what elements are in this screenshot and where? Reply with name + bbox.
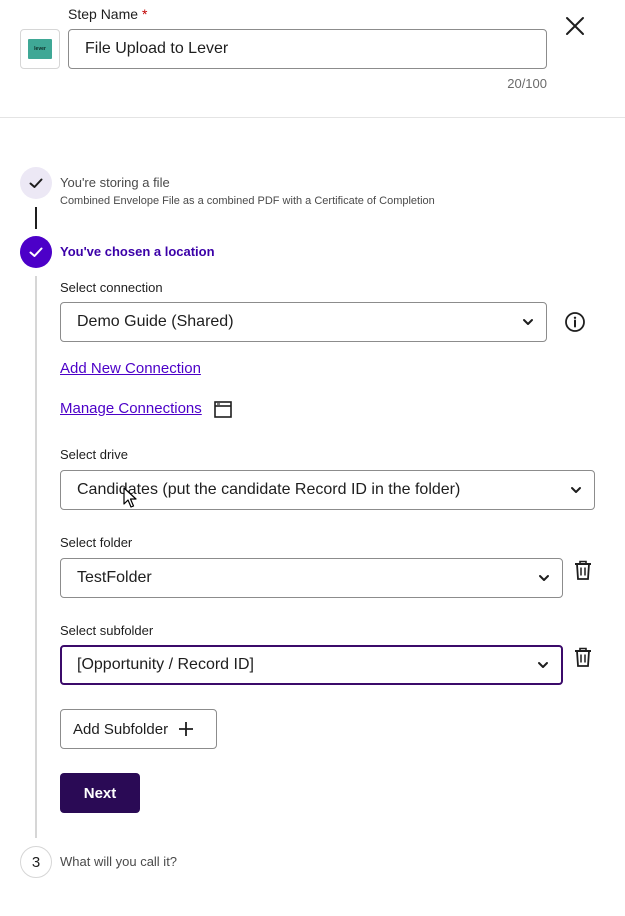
subfolder-select[interactable]: [Opportunity / Record ID]	[60, 645, 563, 685]
step-1-title: You're storing a file	[60, 175, 170, 190]
check-icon	[29, 178, 43, 188]
manage-connections-link[interactable]: Manage Connections	[60, 400, 202, 417]
connection-select-value: Demo Guide (Shared)	[77, 313, 234, 330]
subfolder-select-value: [Opportunity / Record ID]	[77, 656, 254, 673]
next-button[interactable]: Next	[60, 773, 140, 813]
chevron-down-icon	[539, 575, 549, 581]
char-count: 20/100	[507, 76, 547, 91]
step-2-indicator	[20, 236, 52, 268]
drive-select[interactable]: Candidates (put the candidate Record ID …	[60, 470, 595, 510]
add-subfolder-button[interactable]: Add Subfolder	[60, 709, 217, 749]
check-icon	[29, 247, 43, 257]
add-new-connection-link[interactable]: Add New Connection	[60, 360, 201, 377]
step-1-subtitle: Combined Envelope File as a combined PDF…	[60, 195, 435, 207]
connection-select[interactable]: Demo Guide (Shared)	[60, 302, 547, 342]
step-name-label-text: Step Name	[68, 6, 139, 22]
connection-info-button[interactable]	[564, 311, 586, 333]
step-3-indicator: 3	[20, 846, 52, 878]
delete-subfolder-button[interactable]	[574, 647, 592, 667]
close-button[interactable]	[563, 14, 587, 38]
folder-select[interactable]: TestFolder	[60, 558, 563, 598]
cursor-icon	[123, 487, 137, 508]
required-mark: *	[142, 6, 148, 22]
header-divider	[0, 117, 625, 118]
add-subfolder-label: Add Subfolder	[73, 720, 169, 738]
folder-label: Select folder	[60, 535, 133, 550]
folder-select-value: TestFolder	[77, 569, 152, 586]
external-window-icon-wrap[interactable]	[214, 401, 232, 418]
trash-icon[interactable]	[574, 560, 592, 580]
delete-folder-button[interactable]	[574, 560, 592, 580]
step-name-label: Step Name *	[68, 6, 148, 22]
chevron-down-icon	[571, 487, 581, 493]
info-icon[interactable]	[564, 311, 586, 333]
window-icon[interactable]	[214, 401, 232, 418]
step-3-title: What will you call it?	[60, 854, 178, 869]
trash-icon[interactable]	[574, 647, 592, 667]
subfolder-label: Select subfolder	[60, 623, 154, 638]
chevron-down-icon	[538, 662, 548, 668]
connection-label: Select connection	[60, 280, 163, 295]
drive-label: Select drive	[60, 447, 128, 462]
mouse-cursor	[123, 487, 137, 509]
lever-logo-icon: lever	[28, 39, 52, 59]
step-name-input[interactable]: File Upload to Lever	[68, 29, 547, 69]
step-1-indicator	[20, 167, 52, 199]
plus-icon	[179, 722, 194, 736]
app-logo: lever	[20, 29, 60, 69]
step-connector	[35, 276, 37, 838]
step-2-title: You've chosen a location	[60, 244, 215, 259]
chevron-down-icon	[523, 319, 533, 325]
close-icon[interactable]	[563, 14, 587, 38]
step-connector	[35, 207, 37, 229]
